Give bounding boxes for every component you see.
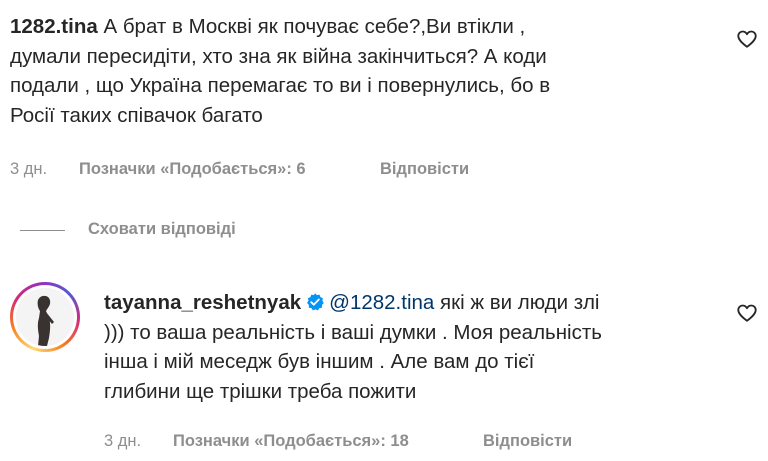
comment-1-line: подали , що Україна перемагає то ви і по… <box>10 74 551 97</box>
mention-link[interactable]: @1282.tina <box>329 291 434 314</box>
hide-replies-divider <box>20 230 65 231</box>
comment-2-body: tayanna_reshetnyak @1282.tina які ж ви л… <box>104 288 744 406</box>
verified-badge-icon <box>307 293 324 311</box>
avatar-story-ring[interactable] <box>10 282 80 352</box>
comment-1-text-first: А брат в Москві як почуває себе?,Ви втік… <box>97 15 526 38</box>
comment-1-likes[interactable]: Позначки «Подобається»: 6 <box>79 160 306 179</box>
comment-2-line: ))) то ваша реальність і ваші думки . Мо… <box>104 320 602 344</box>
comment-1-line: думали пересидіти, хто зна як війна закі… <box>10 44 547 68</box>
hide-replies-toggle[interactable]: Сховати відповіді <box>20 218 320 244</box>
comment-1-body: 1282.tina А брат в Москві як почуває себ… <box>10 12 710 130</box>
hide-replies-label[interactable]: Сховати відповіді <box>88 220 236 239</box>
comment-2-time[interactable]: 3 дн. <box>104 432 141 451</box>
comment-2-meta: 3 дн. Позначки «Подобається»: 18 Відпові… <box>104 432 704 454</box>
comment-2-line: глибини ще трішки треба пожити <box>104 379 417 403</box>
comment-1-username[interactable]: 1282.tina <box>10 15 98 38</box>
comment-2-username[interactable]: tayanna_reshetnyak <box>104 291 301 314</box>
comment-2-text-first: які ж ви люди злі <box>434 291 600 314</box>
avatar-photo <box>16 288 74 346</box>
avatar <box>16 288 74 346</box>
comment-1-reply-button[interactable]: Відповісти <box>380 160 469 179</box>
comment-1-time[interactable]: 3 дн. <box>10 160 47 179</box>
comment-2-reply-button[interactable]: Відповісти <box>483 432 572 451</box>
comment-2-likes[interactable]: Позначки «Подобається»: 18 <box>173 432 409 451</box>
heart-outline-icon[interactable] <box>736 28 758 50</box>
comment-1-line: Росії таких співачок багато <box>10 103 263 127</box>
comment-2-line: інша і мій меседж був іншим . Але вам до… <box>104 350 535 373</box>
heart-outline-icon[interactable] <box>736 302 758 324</box>
comment-1-meta: 3 дн. Позначки «Подобається»: 6 Відповіс… <box>10 160 610 182</box>
